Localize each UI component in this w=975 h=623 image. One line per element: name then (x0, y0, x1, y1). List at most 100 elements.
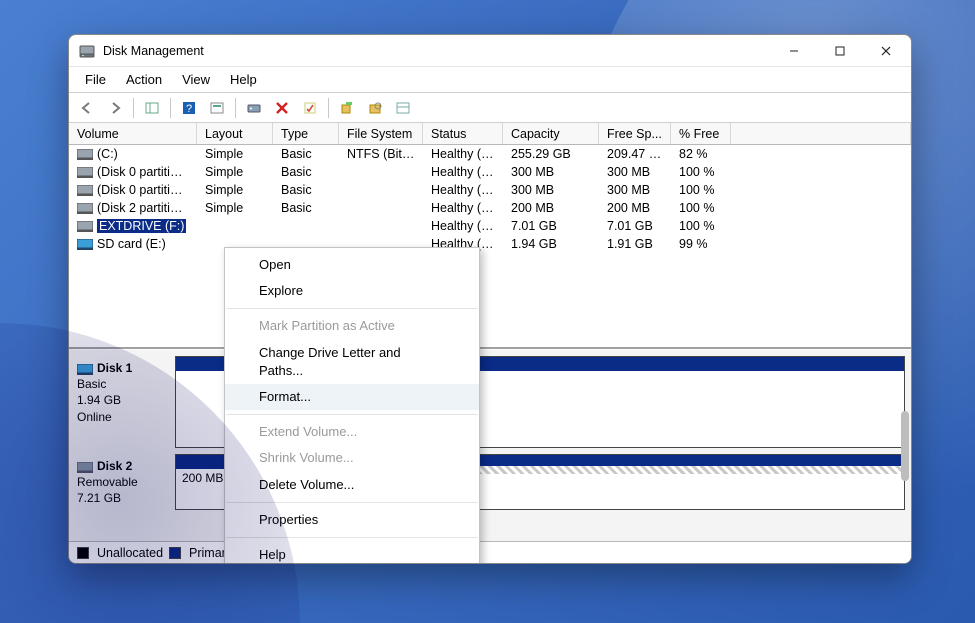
volume-name: (Disk 0 partition 2) (97, 183, 197, 197)
drive-icon (77, 185, 93, 196)
volume-filesystem (339, 243, 423, 245)
disk-info: Disk 2 Removable 7.21 GB (75, 454, 175, 510)
volume-capacity: 200 MB (503, 200, 599, 216)
action-icon[interactable] (335, 96, 359, 120)
menubar: File Action View Help (69, 67, 911, 93)
menu-separator (226, 414, 478, 415)
volume-type (273, 225, 339, 227)
menu-view[interactable]: View (172, 69, 220, 90)
back-button[interactable] (75, 96, 99, 120)
volume-type: Basic (273, 146, 339, 162)
context-item[interactable]: Properties (225, 507, 479, 533)
properties-button[interactable] (298, 96, 322, 120)
scrollbar-thumb[interactable] (901, 411, 909, 481)
col-filesystem[interactable]: File System (339, 123, 423, 144)
volume-row[interactable]: (Disk 2 partition 1)SimpleBasicHealthy (… (69, 199, 911, 217)
volume-name: (C:) (97, 147, 118, 161)
settings-button[interactable] (205, 96, 229, 120)
menu-separator (226, 537, 478, 538)
menu-action[interactable]: Action (116, 69, 172, 90)
svg-text:?: ? (186, 103, 192, 115)
menu-help[interactable]: Help (220, 69, 267, 90)
disk-status: Online (77, 409, 171, 425)
col-free[interactable]: Free Sp... (599, 123, 671, 144)
drive-icon (77, 167, 93, 178)
disk-row[interactable]: Disk 2 Removable 7.21 GB 200 MB EXTDRIVE… (75, 454, 905, 510)
volume-type: Basic (273, 164, 339, 180)
volume-filesystem (339, 207, 423, 209)
help-button[interactable]: ? (177, 96, 201, 120)
action-icon[interactable] (363, 96, 387, 120)
disk-type: Removable (77, 474, 171, 490)
col-layout[interactable]: Layout (197, 123, 273, 144)
disk-type: Basic (77, 376, 171, 392)
context-menu: OpenExplore Mark Partition as ActiveChang… (224, 247, 480, 564)
context-item[interactable]: Help (225, 542, 479, 564)
volume-type: Basic (273, 182, 339, 198)
drive-icon (77, 149, 93, 160)
volume-filesystem (339, 171, 423, 173)
titlebar: Disk Management (69, 35, 911, 67)
col-status[interactable]: Status (423, 123, 503, 144)
disk-label: Disk 1 (97, 361, 132, 375)
volume-free: 1.91 GB (599, 236, 671, 252)
volume-capacity: 300 MB (503, 164, 599, 180)
forward-button[interactable] (103, 96, 127, 120)
app-icon (79, 43, 95, 59)
context-item[interactable]: Change Drive Letter and Paths... (225, 340, 479, 384)
context-item[interactable]: Format... (225, 384, 479, 410)
legend-swatch-unallocated (77, 547, 89, 559)
volume-status: Healthy (B... (423, 218, 503, 234)
volume-pctfree: 100 % (671, 182, 731, 198)
context-item[interactable]: Delete Volume... (225, 472, 479, 498)
col-volume[interactable]: Volume (69, 123, 197, 144)
context-item[interactable]: Open (225, 252, 479, 278)
drive-icon (77, 239, 93, 250)
context-item: Extend Volume... (225, 419, 479, 445)
volume-row[interactable]: (C:)SimpleBasicNTFS (BitLo...Healthy (B.… (69, 145, 911, 163)
disk-icon (77, 461, 93, 472)
volume-name: EXTDRIVE (F:) (97, 219, 186, 233)
volume-capacity: 7.01 GB (503, 218, 599, 234)
toolbar-separator (235, 98, 236, 118)
delete-icon[interactable] (270, 96, 294, 120)
volume-layout: Simple (197, 200, 273, 216)
legend-label-unallocated: Unallocated (97, 546, 163, 560)
disk-label: Disk 2 (97, 459, 132, 473)
volume-type: Basic (273, 200, 339, 216)
volume-row[interactable]: EXTDRIVE (F:)Healthy (B...7.01 GB7.01 GB… (69, 217, 911, 235)
volume-pctfree: 100 % (671, 200, 731, 216)
action-icon[interactable] (391, 96, 415, 120)
volume-list: Volume Layout Type File System Status Ca… (69, 123, 911, 349)
volume-status: Healthy (B... (423, 146, 503, 162)
maximize-button[interactable] (817, 36, 863, 66)
disk-size: 1.94 GB (77, 392, 171, 408)
volume-layout: Simple (197, 182, 273, 198)
volume-layout: Simple (197, 164, 273, 180)
volume-name: (Disk 2 partition 1) (97, 201, 197, 215)
volume-row[interactable]: (Disk 0 partition 1)SimpleBasicHealthy (… (69, 163, 911, 181)
legend: Unallocated Primary partition (69, 541, 911, 563)
show-hide-tree-button[interactable] (140, 96, 164, 120)
drive-icon (77, 221, 93, 232)
volume-filesystem (339, 189, 423, 191)
volume-free: 200 MB (599, 200, 671, 216)
volume-layout (197, 243, 273, 245)
col-type[interactable]: Type (273, 123, 339, 144)
disk-size: 7.21 GB (77, 490, 171, 506)
volume-row[interactable]: (Disk 0 partition 2)SimpleBasicHealthy (… (69, 181, 911, 199)
volume-layout: Simple (197, 146, 273, 162)
col-pctfree[interactable]: % Free (671, 123, 731, 144)
col-capacity[interactable]: Capacity (503, 123, 599, 144)
disk-row[interactable]: Disk 1 Basic 1.94 GB Online (75, 356, 905, 448)
minimize-button[interactable] (771, 36, 817, 66)
volume-layout (197, 225, 273, 227)
window-title: Disk Management (103, 44, 771, 58)
refresh-button[interactable] (242, 96, 266, 120)
menu-file[interactable]: File (75, 69, 116, 90)
volume-row[interactable]: SD card (E:)Healthy (B...1.94 GB1.91 GB9… (69, 235, 911, 253)
close-button[interactable] (863, 36, 909, 66)
volume-rows: (C:)SimpleBasicNTFS (BitLo...Healthy (B.… (69, 145, 911, 347)
context-item[interactable]: Explore (225, 278, 479, 304)
context-item: Mark Partition as Active (225, 313, 479, 339)
